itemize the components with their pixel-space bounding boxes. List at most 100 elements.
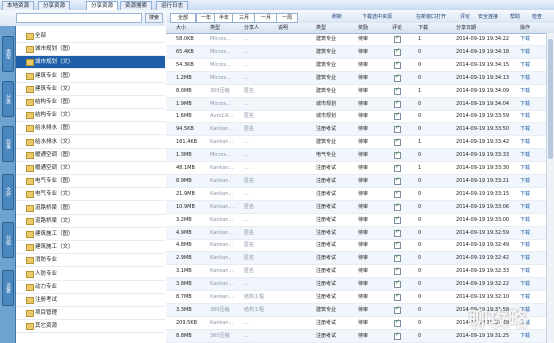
comment-checkbox[interactable] xyxy=(394,137,401,147)
table-row[interactable]: 21.9MB Kankan...... 注册考试 待审 0 2014-09-19 19:3… xyxy=(166,188,554,201)
tree-item[interactable]: 建筑施工（文） xyxy=(16,241,165,255)
column-header[interactable]: 分享日期 xyxy=(456,23,476,33)
download-link[interactable]: 下载 xyxy=(520,227,530,239)
table-row[interactable]: 4.9MB Kankan... 匿名 注册考试 待审 0 2014-09-19 19:32:… xyxy=(166,226,554,240)
tree-item[interactable]: 建筑专业（图） xyxy=(16,70,165,83)
table-row[interactable]: 3.8MB Kankan...... 注册考试 待审 0 2014-09-19 19:32… xyxy=(166,278,554,292)
comment-checkbox[interactable] xyxy=(394,215,401,224)
toolbar-link[interactable]: 在新窗口打开 xyxy=(416,13,446,21)
toolbar-link[interactable]: 安全连接 xyxy=(478,13,498,21)
download-link[interactable]: 下载 xyxy=(520,214,530,226)
tree-item[interactable]: 人防专业 xyxy=(16,268,165,281)
download-link[interactable]: 下载 xyxy=(520,98,530,110)
scrollbar-thumb[interactable] xyxy=(548,39,553,159)
tree-item[interactable]: 电气专业（图） xyxy=(16,175,165,189)
filter-tab[interactable]: 半年 xyxy=(214,13,234,23)
comment-checkbox[interactable] xyxy=(394,266,401,276)
vertical-tab[interactable]: 设置 xyxy=(2,270,14,306)
comment-checkbox[interactable] xyxy=(394,292,401,301)
column-header[interactable]: 大小 xyxy=(176,23,186,33)
comment-checkbox[interactable] xyxy=(394,86,401,95)
tree-item[interactable]: 电气专业（文） xyxy=(16,188,165,202)
download-link[interactable]: 下载 xyxy=(520,59,530,71)
vertical-tab[interactable]: 文件 xyxy=(2,174,14,210)
comment-checkbox[interactable] xyxy=(394,331,401,340)
vertical-tab[interactable]: 分组 xyxy=(2,222,14,258)
download-link[interactable]: 下载 xyxy=(520,188,530,200)
download-link[interactable]: 下载 xyxy=(520,33,530,45)
column-header[interactable]: 说明 xyxy=(278,23,288,33)
tree-item[interactable]: 暖通空调（图） xyxy=(16,149,165,162)
tree-item[interactable]: 道路桥梁（文） xyxy=(16,215,165,228)
table-row[interactable]: 3.1MB Kankan... 匿名 注册考试 待审 0 2014-09-19 19:32:… xyxy=(166,265,554,279)
column-header[interactable]: 评论 xyxy=(392,23,402,33)
column-header[interactable]: 操作 xyxy=(520,23,530,33)
download-link[interactable]: 下载 xyxy=(520,136,530,148)
search-input[interactable] xyxy=(16,13,142,23)
table-row[interactable]: 48.1MB Kankan...... 注册考试 待审 1 2014-09-19 19:3… xyxy=(166,162,554,175)
table-row[interactable]: 2.9MB Kankan... 匿名 注册考试 待审 0 2014-09-19 19:32:… xyxy=(166,252,554,266)
tree-item[interactable]: 给水排水（图） xyxy=(16,122,165,136)
table-row[interactable]: 54.3KB Micros...... 建筑专业 待审 0 2014-09-19 19:3… xyxy=(166,59,554,72)
vertical-tab[interactable]: 分类 xyxy=(2,81,14,117)
comment-checkbox[interactable] xyxy=(394,111,401,121)
comment-checkbox[interactable] xyxy=(394,240,401,250)
comment-checkbox[interactable] xyxy=(394,318,401,327)
comment-checkbox[interactable] xyxy=(394,176,401,185)
download-link[interactable]: 下载 xyxy=(520,291,530,303)
tree-item[interactable]: 给水排水（文） xyxy=(16,136,165,149)
download-link[interactable]: 下载 xyxy=(520,278,530,290)
table-row[interactable]: 94.5KB Kankan... 匿名 注册考试 待审 0 2014-09-19 19:33… xyxy=(166,123,554,137)
filter-tab[interactable]: 全部 xyxy=(170,13,196,23)
comment-checkbox[interactable] xyxy=(394,73,401,82)
tree-item[interactable]: 道路桥梁（图） xyxy=(16,202,165,215)
download-link[interactable]: 下载 xyxy=(520,46,530,58)
download-link[interactable]: 下载 xyxy=(520,175,530,187)
download-link[interactable]: 下载 xyxy=(520,252,530,264)
table-row[interactable]: 58.0KB Micros...... 建筑专业 待审 1 2014-09-19 19:3… xyxy=(166,33,554,46)
table-row[interactable]: 3.2MB Kankan...... 注册考试 待审 0 2014-09-19 19:33… xyxy=(166,214,554,227)
search-button[interactable]: 搜索 xyxy=(145,13,163,23)
vertical-scrollbar[interactable] xyxy=(546,33,554,343)
toolbar-link[interactable]: 刷新 xyxy=(332,13,342,21)
comment-checkbox[interactable] xyxy=(394,150,401,160)
filter-tab[interactable]: 三月 xyxy=(232,13,256,23)
tree-item[interactable]: 建筑专业（文） xyxy=(16,83,165,96)
tree-item[interactable]: 建筑施工（图） xyxy=(16,228,165,241)
column-header[interactable]: 类型 xyxy=(316,23,326,33)
download-link[interactable]: 下载 xyxy=(520,72,530,84)
table-row[interactable]: 65.4KB Micros...... 建筑专业 待审 0 2014-09-19 19:3… xyxy=(166,45,554,59)
tree-item[interactable]: 注册考试 xyxy=(16,294,165,307)
comment-checkbox[interactable] xyxy=(394,34,401,43)
comment-checkbox[interactable] xyxy=(394,228,401,237)
comment-checkbox[interactable] xyxy=(394,163,401,172)
table-row[interactable]: 1.9MB Micros...... 城市规划 待审 0 2014-09-19 19:34… xyxy=(166,97,554,111)
download-link[interactable]: 下载 xyxy=(520,123,530,135)
comment-checkbox[interactable] xyxy=(394,202,401,211)
table-row[interactable]: 10.9MB Kankan... 匿名 注册考试 待审 0 2014-09-19 19:33… xyxy=(166,200,554,214)
tree-item[interactable]: 其它资源 xyxy=(16,320,165,334)
table-row[interactable]: 1.3MB Micros...... 电气专业 待审 0 2014-09-19 19:33… xyxy=(166,149,554,163)
tree-item[interactable]: 城市规划（文） xyxy=(16,56,165,70)
filter-tab[interactable]: 一周 xyxy=(276,13,298,23)
filter-tab[interactable]: 一年 xyxy=(196,13,216,23)
table-row[interactable]: 8.0MB 360压缩 匿名 建筑专业 待审 1 2014-09-19 19:34:09 下载 xyxy=(166,85,554,98)
table-row[interactable]: 181.4KB Kankan...... 建筑专业 待审 1 2014-09-19 19:… xyxy=(166,136,554,150)
column-header[interactable]: 下载 xyxy=(418,23,428,33)
comment-checkbox[interactable] xyxy=(394,305,401,314)
comment-checkbox[interactable] xyxy=(394,124,401,134)
comment-checkbox[interactable] xyxy=(394,47,401,56)
download-link[interactable]: 下载 xyxy=(520,239,530,251)
tree-item[interactable]: 项目管理 xyxy=(16,307,165,321)
table-row[interactable]: 1.2MB Micros...... 建筑专业 待审 0 2014-09-19 19:34… xyxy=(166,71,554,85)
table-row[interactable]: 8.9MB Kankan... 匿名 注册考试 待审 0 2014-09-19 19:33:… xyxy=(166,174,554,188)
comment-checkbox[interactable] xyxy=(394,253,401,263)
download-link[interactable]: 下载 xyxy=(520,85,530,97)
column-header[interactable]: 分享人 xyxy=(244,23,259,33)
download-link[interactable]: 下载 xyxy=(520,162,530,174)
toolbar-link[interactable]: 评论 xyxy=(460,13,470,21)
download-link[interactable]: 下载 xyxy=(520,265,530,277)
tree-item[interactable]: 结构专业（文） xyxy=(16,109,165,123)
download-link[interactable]: 下载 xyxy=(520,149,530,161)
tree-item[interactable]: 消防专业 xyxy=(16,254,165,268)
